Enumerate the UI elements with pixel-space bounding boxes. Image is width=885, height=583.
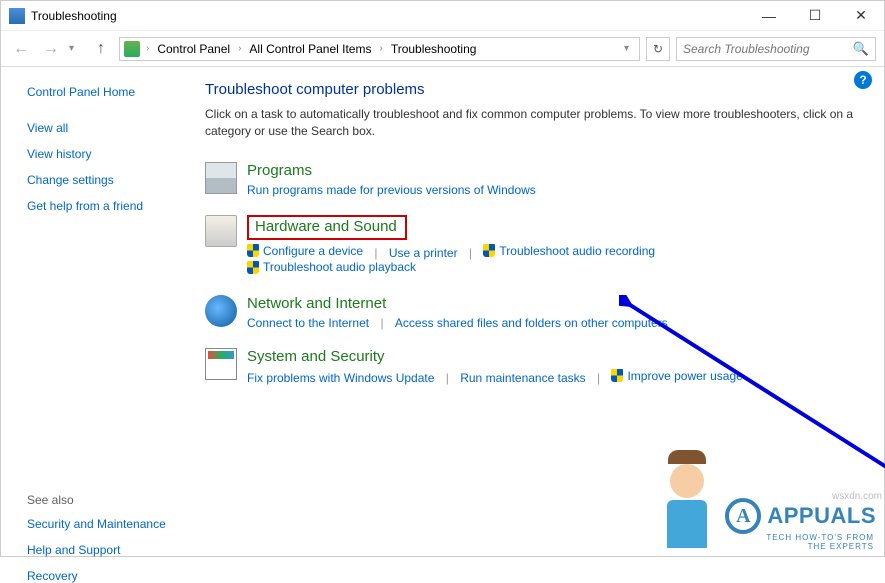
crumb-all-items[interactable]: All Control Panel Items — [247, 42, 373, 56]
window-title: Troubleshooting — [31, 9, 746, 23]
close-button[interactable]: ✕ — [838, 1, 884, 31]
sidebar: Control Panel Home View all View history… — [1, 67, 201, 556]
crumb-troubleshooting[interactable]: Troubleshooting — [389, 42, 479, 56]
sidebar-view-all[interactable]: View all — [27, 121, 193, 135]
help-icon[interactable]: ? — [854, 71, 872, 89]
up-button[interactable]: ↑ — [89, 37, 113, 61]
titlebar: Troubleshooting — ☐ ✕ — [1, 1, 884, 31]
programs-title[interactable]: Programs — [247, 162, 312, 179]
forward-button[interactable]: → — [39, 37, 63, 61]
navbar: ← → ▾ ↑ › Control Panel › All Control Pa… — [1, 31, 884, 67]
shield-icon — [611, 369, 623, 382]
sub-power-usage[interactable]: Improve power usage — [611, 369, 742, 383]
control-panel-home-link[interactable]: Control Panel Home — [27, 85, 193, 99]
see-also-label: See also — [27, 493, 193, 507]
hardware-title[interactable]: Hardware and Sound — [247, 215, 407, 240]
sub-audio-recording[interactable]: Troubleshoot audio recording — [483, 244, 655, 258]
shield-icon — [247, 244, 259, 257]
sub-windows-update[interactable]: Fix problems with Windows Update — [247, 371, 434, 385]
maximize-button[interactable]: ☐ — [792, 1, 838, 31]
sub-audio-playback[interactable]: Troubleshoot audio playback — [247, 260, 416, 274]
sidebar-view-history[interactable]: View history — [27, 147, 193, 161]
seealso-help-support[interactable]: Help and Support — [27, 543, 193, 557]
sidebar-change-settings[interactable]: Change settings — [27, 173, 193, 187]
shield-icon — [247, 261, 259, 274]
shield-icon — [483, 244, 495, 257]
address-dropdown[interactable]: ▾ — [618, 43, 635, 54]
sub-shared-files[interactable]: Access shared files and folders on other… — [395, 316, 668, 330]
network-title[interactable]: Network and Internet — [247, 295, 386, 312]
system-icon — [205, 348, 237, 380]
history-dropdown[interactable]: ▾ — [69, 43, 83, 54]
sub-configure-device[interactable]: Configure a device — [247, 244, 363, 258]
sub-maintenance[interactable]: Run maintenance tasks — [460, 371, 585, 385]
back-button[interactable]: ← — [9, 37, 33, 61]
category-hardware: Hardware and Sound Configure a device | … — [205, 215, 860, 277]
sub-connect-internet[interactable]: Connect to the Internet — [247, 316, 369, 330]
seealso-security[interactable]: Security and Maintenance — [27, 517, 193, 531]
category-programs: Programs Run programs made for previous … — [205, 162, 860, 197]
category-system: System and Security Fix problems with Wi… — [205, 348, 860, 386]
search-input[interactable] — [683, 42, 853, 56]
page-heading: Troubleshoot computer problems — [205, 81, 860, 98]
address-bar[interactable]: › Control Panel › All Control Panel Item… — [119, 37, 640, 61]
network-icon — [205, 295, 237, 327]
system-title[interactable]: System and Security — [247, 348, 385, 365]
app-icon — [9, 8, 25, 24]
control-panel-icon — [124, 41, 140, 57]
sidebar-get-help[interactable]: Get help from a friend — [27, 199, 193, 213]
minimize-button[interactable]: — — [746, 1, 792, 31]
seealso-recovery[interactable]: Recovery — [27, 569, 193, 583]
search-icon[interactable]: 🔍 — [853, 41, 869, 57]
hardware-icon — [205, 215, 237, 247]
crumb-control-panel[interactable]: Control Panel — [155, 42, 232, 56]
category-network: Network and Internet Connect to the Inte… — [205, 295, 860, 330]
programs-icon — [205, 162, 237, 194]
sub-run-compat[interactable]: Run programs made for previous versions … — [247, 183, 536, 197]
search-box[interactable]: 🔍 — [676, 37, 876, 61]
main-content: ? Troubleshoot computer problems Click o… — [201, 67, 884, 556]
sub-use-printer[interactable]: Use a printer — [389, 246, 458, 260]
refresh-button[interactable]: ↻ — [646, 37, 670, 61]
breadcrumb-sep: › — [142, 43, 153, 54]
page-description: Click on a task to automatically trouble… — [205, 106, 860, 140]
